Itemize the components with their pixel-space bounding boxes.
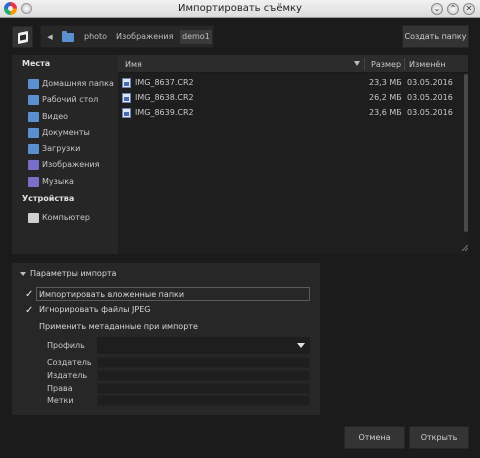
import-options-toggle[interactable]: Параметры импорта (20, 269, 116, 278)
ignore-jpeg-checkbox[interactable]: ✓ (25, 305, 36, 316)
rights-field[interactable] (97, 383, 310, 394)
rights-label: Права (47, 384, 73, 393)
resize-grip-icon[interactable] (462, 245, 468, 251)
import-options-heading: Параметры импорта (30, 269, 117, 278)
file-list-header: Имя Размер Изменён (118, 55, 468, 73)
publisher-label: Издатель (47, 371, 88, 380)
breadcrumb: ◀ photo Изображения demo1 (40, 25, 214, 48)
raw-image-file-icon (122, 93, 131, 103)
desktop-folder-icon (28, 95, 39, 105)
file-row[interactable]: IMG_8639.CR2 23,6 МБ 03.05.2016 (118, 106, 458, 120)
file-list: Имя Размер Изменён IMG_8637.CR2 23,3 МБ … (118, 55, 468, 254)
home-folder-icon (28, 79, 39, 89)
tags-field[interactable] (97, 395, 310, 406)
documents-folder-icon (28, 128, 39, 138)
devices-heading: Устройства (22, 194, 75, 203)
import-options-panel: Параметры импорта ✓ Импортировать вложен… (12, 263, 320, 415)
video-folder-icon (28, 112, 39, 122)
breadcrumb-root-button[interactable] (61, 30, 75, 44)
window-titlebar: Импортировать съёмку ⌄ ⌃ ✕ (0, 0, 480, 18)
places-heading: Места (22, 59, 51, 68)
raw-image-file-icon (122, 78, 131, 88)
file-row[interactable]: IMG_8637.CR2 23,3 МБ 03.05.2016 (118, 76, 458, 90)
column-header-size[interactable]: Размер (371, 60, 401, 69)
folder-icon (62, 31, 74, 42)
column-divider[interactable] (364, 58, 365, 70)
sort-descending-icon[interactable] (354, 61, 360, 66)
chevron-down-icon (297, 343, 305, 348)
profile-dropdown[interactable] (97, 337, 310, 354)
pictures-folder-icon (28, 160, 39, 170)
music-folder-icon (28, 177, 39, 187)
creator-field[interactable] (97, 357, 310, 368)
breadcrumb-item-photo[interactable]: photo (84, 30, 107, 44)
breadcrumb-item-images[interactable]: Изображения (116, 30, 173, 44)
maximize-button[interactable]: ⌃ (447, 3, 459, 15)
minimize-button[interactable]: ⌄ (431, 3, 443, 15)
file-row[interactable]: IMG_8638.CR2 26,2 МБ 03.05.2016 (118, 91, 458, 105)
import-subfolders-label[interactable]: Импортировать вложенные папки (36, 287, 310, 301)
file-browser: Места Домашняя папка Рабочий стол Видео … (12, 55, 468, 254)
back-icon (18, 30, 28, 45)
close-button[interactable]: ✕ (463, 3, 475, 15)
computer-icon (28, 213, 39, 223)
open-button[interactable]: Открыть (409, 426, 469, 449)
folder-up-button[interactable] (12, 26, 33, 48)
column-header-name[interactable]: Имя (125, 60, 142, 69)
raw-image-file-icon (122, 108, 131, 118)
profile-label: Профиль (47, 341, 85, 350)
import-subfolders-checkbox[interactable]: ✓ (25, 289, 36, 300)
tags-label: Метки (47, 396, 74, 405)
downloads-folder-icon (28, 144, 39, 154)
breadcrumb-scroll-left-button[interactable]: ◀ (44, 30, 56, 44)
collapse-triangle-icon (20, 271, 26, 276)
apply-metadata-label: Применить метаданные при импорте (39, 322, 198, 331)
publisher-field[interactable] (97, 370, 310, 381)
breadcrumb-item-demo1[interactable]: demo1 (180, 30, 212, 44)
creator-label: Создатель (47, 358, 92, 367)
cancel-button[interactable]: Отмена (344, 426, 405, 449)
file-list-scrollbar[interactable] (464, 74, 468, 232)
ignore-jpeg-label[interactable]: Игнорировать файлы JPEG (39, 303, 150, 317)
window-title: Импортировать съёмку (178, 3, 302, 14)
column-header-modified[interactable]: Изменён (409, 60, 446, 69)
create-folder-button[interactable]: Создать папку (402, 25, 469, 48)
column-divider[interactable] (404, 58, 405, 70)
